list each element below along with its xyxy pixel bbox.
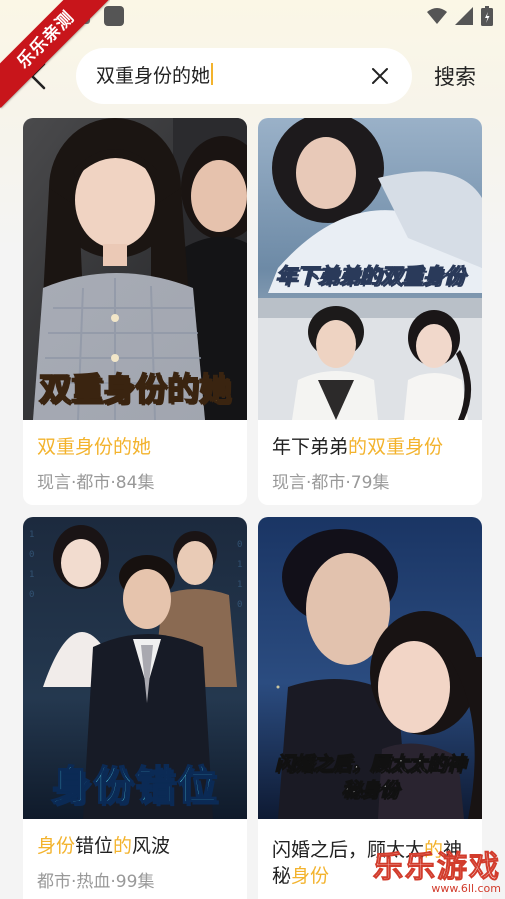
result-meta: 现言·都市·79集 [272, 473, 390, 493]
text-cursor [211, 63, 214, 85]
site-watermark: 乐乐游戏 www.6ll.com [373, 842, 502, 896]
svg-text:1: 1 [237, 580, 242, 590]
poster-title: 身份错位 [50, 762, 219, 810]
title-text: 年下弟弟 [272, 436, 349, 458]
svg-text:0: 0 [29, 550, 34, 560]
svg-text:0: 0 [237, 540, 242, 550]
watermark-text: 乐乐游戏 [373, 850, 501, 886]
title-text: 风波 [132, 835, 171, 857]
ribbon-label: 乐乐亲测 [0, 0, 110, 108]
title-highlight: 双重身份的她 [37, 436, 152, 458]
svg-text:1: 1 [29, 570, 34, 580]
title-highlight: 的双重身份 [348, 436, 444, 458]
battery-icon [481, 6, 493, 26]
result-title: 双重身份的她 [37, 434, 151, 460]
result-meta: 都市·热血·99集 [37, 872, 155, 892]
search-query-text: 双重身份的她 [96, 65, 211, 87]
poster-title: 闪婚之后，顾太太的神秘身份 [274, 753, 465, 802]
svg-text:0: 0 [237, 600, 242, 610]
clear-search-button[interactable] [370, 66, 390, 86]
svg-text:0: 0 [29, 590, 34, 600]
test-ribbon: 乐乐亲测 [0, 0, 110, 110]
search-input[interactable]: 双重身份的她 [96, 63, 214, 89]
poster-title: 年下弟弟的双重身份 [275, 264, 465, 289]
result-meta: 现言·都市·84集 [37, 473, 155, 493]
poster-title: 双重身份的她 [38, 369, 232, 409]
title-highlight: 身份 [37, 835, 76, 857]
svg-text:1: 1 [29, 530, 34, 540]
close-icon [372, 68, 388, 84]
search-submit-button[interactable]: 搜索 [434, 61, 476, 91]
search-box[interactable]: 双重身份的她 [76, 48, 412, 104]
wifi-icon [427, 8, 447, 24]
result-card[interactable]: 1010 0110 身份错位 身份错位的风波 都市·热血·99集 [23, 517, 247, 899]
result-card[interactable]: 年下弟弟的双重身份 年下弟弟的双重身份 现言·都市·79集 [258, 118, 482, 505]
poster-image: 双重身份的她 [23, 118, 247, 420]
result-title: 年下弟弟的双重身份 [272, 434, 443, 460]
poster-image: 年下弟弟的双重身份 [258, 118, 482, 420]
poster-image: 1 0 1 0 0 1 1 0 身份错位 [23, 517, 247, 819]
title-highlight: 的 [113, 835, 133, 857]
result-card[interactable]: 双重身份的她 双重身份的她 现言·都市·84集 [23, 118, 247, 505]
signal-icon [455, 7, 473, 25]
title-highlight: 身份 [291, 865, 330, 887]
title-text: 错位 [75, 835, 114, 857]
svg-text:1: 1 [237, 560, 242, 570]
poster-image: 闪婚之后，顾太太的神秘身份 [258, 517, 482, 819]
result-title: 身份错位的风波 [37, 833, 170, 859]
